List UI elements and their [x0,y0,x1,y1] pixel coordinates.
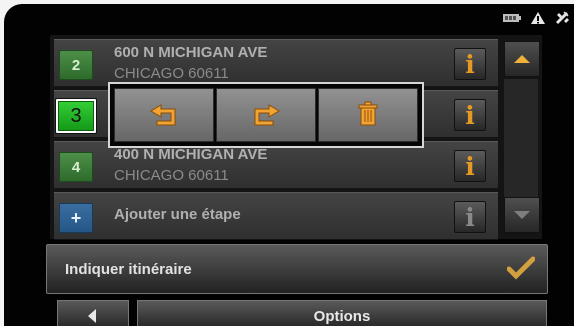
list-item[interactable]: 4 400 N MICHIGAN AVE CHICAGO 60611 i [54,141,498,189]
info-icon: i [465,151,475,181]
back-arrow-icon [88,309,96,323]
stop-actions-popup [108,82,424,148]
stop-city: CHICAGO 60611 [114,65,229,82]
move-up-button[interactable] [114,88,214,142]
stop-address: 400 N MICHIGAN AVE [114,146,268,163]
plus-icon: + [70,207,82,228]
list-item[interactable]: 2 600 N MICHIGAN AVE CHICAGO 60611 i [54,39,498,87]
info-button[interactable]: i [454,48,486,80]
selected-stop-badge: 3 [55,98,97,134]
add-stop-row[interactable]: + Ajouter une étape i [54,192,498,240]
screenshot: 2 600 N MICHIGAN AVE CHICAGO 60611 i 3 i… [0,0,574,326]
stop-city: CHICAGO 60611 [114,167,229,184]
info-button-disabled: i [454,201,486,233]
info-button[interactable]: i [454,150,486,182]
move-down-icon [254,104,280,126]
warning-icon [531,12,545,24]
satellite-icon [555,11,569,25]
info-icon: i [465,49,475,79]
add-stop-badge: + [59,203,93,233]
options-label: Options [313,307,371,325]
move-down-button[interactable] [216,88,316,142]
delete-stop-button[interactable] [318,88,418,142]
scroll-up-button[interactable] [504,41,540,77]
scroll-down-button[interactable] [504,197,540,233]
checkmark-icon [507,256,535,280]
triangle-up-icon [514,55,530,63]
navigation-device-screen: 2 600 N MICHIGAN AVE CHICAGO 60611 i 3 i… [4,4,574,326]
status-bar [502,7,570,29]
scrollbar-track[interactable] [504,79,538,197]
show-route-label: Indiquer itinéraire [65,261,192,278]
options-button[interactable]: Options [137,300,547,326]
stop-number-badge: 2 [59,50,93,80]
info-icon: i [465,202,475,232]
back-button[interactable] [57,300,129,326]
stop-number-badge: 4 [59,152,93,182]
battery-icon [503,14,521,22]
trash-icon [358,101,378,126]
add-stop-label: Ajouter une étape [114,206,241,223]
info-button[interactable]: i [454,99,486,131]
info-icon: i [465,100,475,130]
stop-address: 600 N MICHIGAN AVE [114,44,268,61]
move-up-icon [150,104,176,126]
show-route-button[interactable]: Indiquer itinéraire [46,244,548,294]
triangle-down-icon [514,211,530,219]
